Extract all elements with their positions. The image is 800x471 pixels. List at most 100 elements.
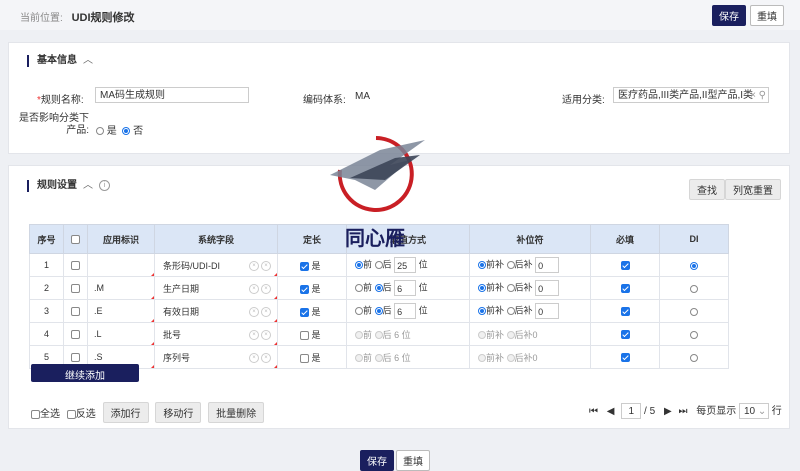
ai-cell[interactable]: .M: [87, 276, 155, 300]
next-page-icon[interactable]: ▶: [664, 406, 672, 417]
fixed-length-checkbox[interactable]: [300, 261, 309, 271]
mode-back-radio[interactable]: [374, 331, 383, 340]
mode-front-radio[interactable]: [355, 261, 363, 269]
batch-delete-button[interactable]: 批量删除: [208, 402, 265, 423]
invert-checkbox[interactable]: [66, 409, 76, 419]
table-row[interactable]: 2 .M 生产日期 × × 是 前 后 6 位 前补 后补 0: [29, 276, 729, 300]
row-checkbox[interactable]: [71, 330, 80, 340]
fixed-length-checkbox[interactable]: [300, 330, 309, 340]
ai-cell[interactable]: [87, 253, 155, 277]
system-field-cell[interactable]: 有效日期 × ×: [154, 299, 278, 323]
continue-add-button[interactable]: 继续添加: [31, 364, 139, 382]
mode-back-radio[interactable]: [374, 354, 383, 363]
row-checkbox[interactable]: [71, 353, 80, 363]
mode-front-radio[interactable]: [355, 331, 363, 340]
mode-front-radio[interactable]: [355, 307, 363, 315]
pad-front-radio[interactable]: [478, 307, 486, 315]
table-row[interactable]: 4 .L 批号 × × 是 前 后 6 位 前补 后补0: [29, 322, 729, 346]
first-page-icon[interactable]: ⏮: [589, 406, 598, 417]
affect-yes-radio[interactable]: [96, 127, 104, 136]
ai-cell[interactable]: .L: [87, 322, 155, 346]
rule-name-input[interactable]: MA码生成规则: [95, 87, 249, 103]
last-page-icon[interactable]: ⏭: [678, 406, 687, 417]
row-checkbox[interactable]: [71, 261, 80, 271]
ai-cell[interactable]: .E: [87, 299, 155, 323]
pad-front-radio[interactable]: [478, 284, 486, 292]
clear-icon[interactable]: ×: [750, 88, 756, 102]
length-input[interactable]: 6: [394, 280, 417, 296]
clear-icon[interactable]: ×: [249, 353, 259, 363]
required-checkbox[interactable]: [620, 307, 630, 317]
mode-back-radio[interactable]: [374, 261, 383, 269]
required-checkbox[interactable]: [620, 330, 630, 340]
pad-front-radio[interactable]: [478, 354, 486, 363]
row-checkbox[interactable]: [71, 307, 80, 317]
info-icon[interactable]: i: [99, 180, 110, 191]
page-input[interactable]: 1: [621, 403, 642, 420]
search-icon[interactable]: ⚲: [759, 88, 766, 102]
rule-settings-title[interactable]: 规则设置 ︿ i: [27, 180, 110, 192]
footer-reset-button[interactable]: 重填: [396, 450, 430, 471]
close-icon[interactable]: ×: [261, 353, 271, 363]
fixed-length-checkbox[interactable]: [300, 284, 309, 294]
required-checkbox[interactable]: [620, 261, 630, 271]
reset-button[interactable]: 重填: [750, 5, 784, 26]
basic-info-title[interactable]: 基本信息 ︿: [27, 55, 93, 67]
fixed-length-checkbox[interactable]: [300, 353, 309, 363]
system-field-cell[interactable]: 序列号 × ×: [154, 345, 278, 369]
required-checkbox[interactable]: [620, 284, 630, 294]
clear-icon[interactable]: ×: [249, 330, 259, 340]
clear-icon[interactable]: ×: [249, 284, 259, 294]
pad-value-input[interactable]: 0: [535, 303, 560, 319]
close-icon[interactable]: ×: [261, 307, 271, 317]
add-row-button[interactable]: 添加行: [102, 402, 149, 423]
clear-icon[interactable]: ×: [249, 261, 259, 271]
find-button[interactable]: 查找: [689, 179, 725, 200]
system-field-cell[interactable]: 生产日期 × ×: [154, 276, 278, 300]
length-input[interactable]: 25: [394, 257, 417, 273]
close-icon[interactable]: ×: [261, 284, 271, 294]
fixed-length-checkbox[interactable]: [300, 307, 309, 317]
move-row-button[interactable]: 移动行: [155, 402, 202, 423]
prev-page-icon[interactable]: ◀: [607, 406, 615, 417]
pad-back-radio[interactable]: [506, 354, 515, 363]
close-icon[interactable]: ×: [261, 261, 271, 271]
mode-front-radio[interactable]: [355, 354, 363, 363]
system-field-cell[interactable]: 条形码/UDI-DI × ×: [154, 253, 278, 277]
mode-back-radio[interactable]: [374, 284, 383, 292]
pad-back-radio[interactable]: [506, 307, 515, 315]
di-radio[interactable]: [690, 307, 698, 316]
per-page-select[interactable]: 10 ⌄: [739, 403, 769, 420]
di-radio[interactable]: [690, 353, 698, 362]
close-icon[interactable]: ×: [261, 330, 271, 340]
clear-icon[interactable]: ×: [249, 307, 259, 317]
pad-front-radio[interactable]: [478, 331, 486, 340]
pad-front-radio[interactable]: [478, 261, 486, 269]
chevron-up-icon[interactable]: ︿: [83, 55, 93, 66]
row-checkbox[interactable]: [71, 284, 80, 294]
footer-save-button[interactable]: 保存: [360, 450, 394, 471]
table-row[interactable]: 3 .E 有效日期 × × 是 前 后 6 位 前补 后补 0: [29, 299, 729, 323]
mode-back-radio[interactable]: [374, 307, 383, 315]
category-select[interactable]: 医疗药品,III类产品,II型产品,I类 × ⚲: [613, 87, 769, 103]
table-row[interactable]: 1 条形码/UDI-DI × × 是 前 后 25 位 前补 后补 0: [29, 253, 729, 277]
di-radio[interactable]: [690, 261, 698, 270]
system-field-cell[interactable]: 批号 × ×: [154, 322, 278, 346]
di-radio[interactable]: [690, 284, 698, 293]
select-all-checkbox[interactable]: [31, 409, 40, 419]
pad-back-radio[interactable]: [506, 284, 515, 292]
header-checkbox[interactable]: [71, 235, 80, 245]
pad-value-input[interactable]: 0: [535, 257, 560, 273]
length-input[interactable]: 6: [394, 303, 417, 319]
pad-back-radio[interactable]: [506, 261, 515, 269]
affect-no-radio[interactable]: [122, 127, 131, 136]
required-checkbox[interactable]: [620, 353, 630, 363]
reset-column-width-button[interactable]: 列宽重置: [725, 179, 781, 200]
save-button[interactable]: 保存: [712, 5, 746, 26]
chevron-up-icon[interactable]: ︿: [83, 180, 93, 191]
pad-value-input[interactable]: 0: [535, 280, 560, 296]
pad-back-radio[interactable]: [506, 331, 515, 340]
mode-front-radio[interactable]: [355, 284, 363, 292]
di-radio[interactable]: [690, 330, 698, 339]
system-field-value: 条形码/UDI-DI: [163, 260, 220, 271]
